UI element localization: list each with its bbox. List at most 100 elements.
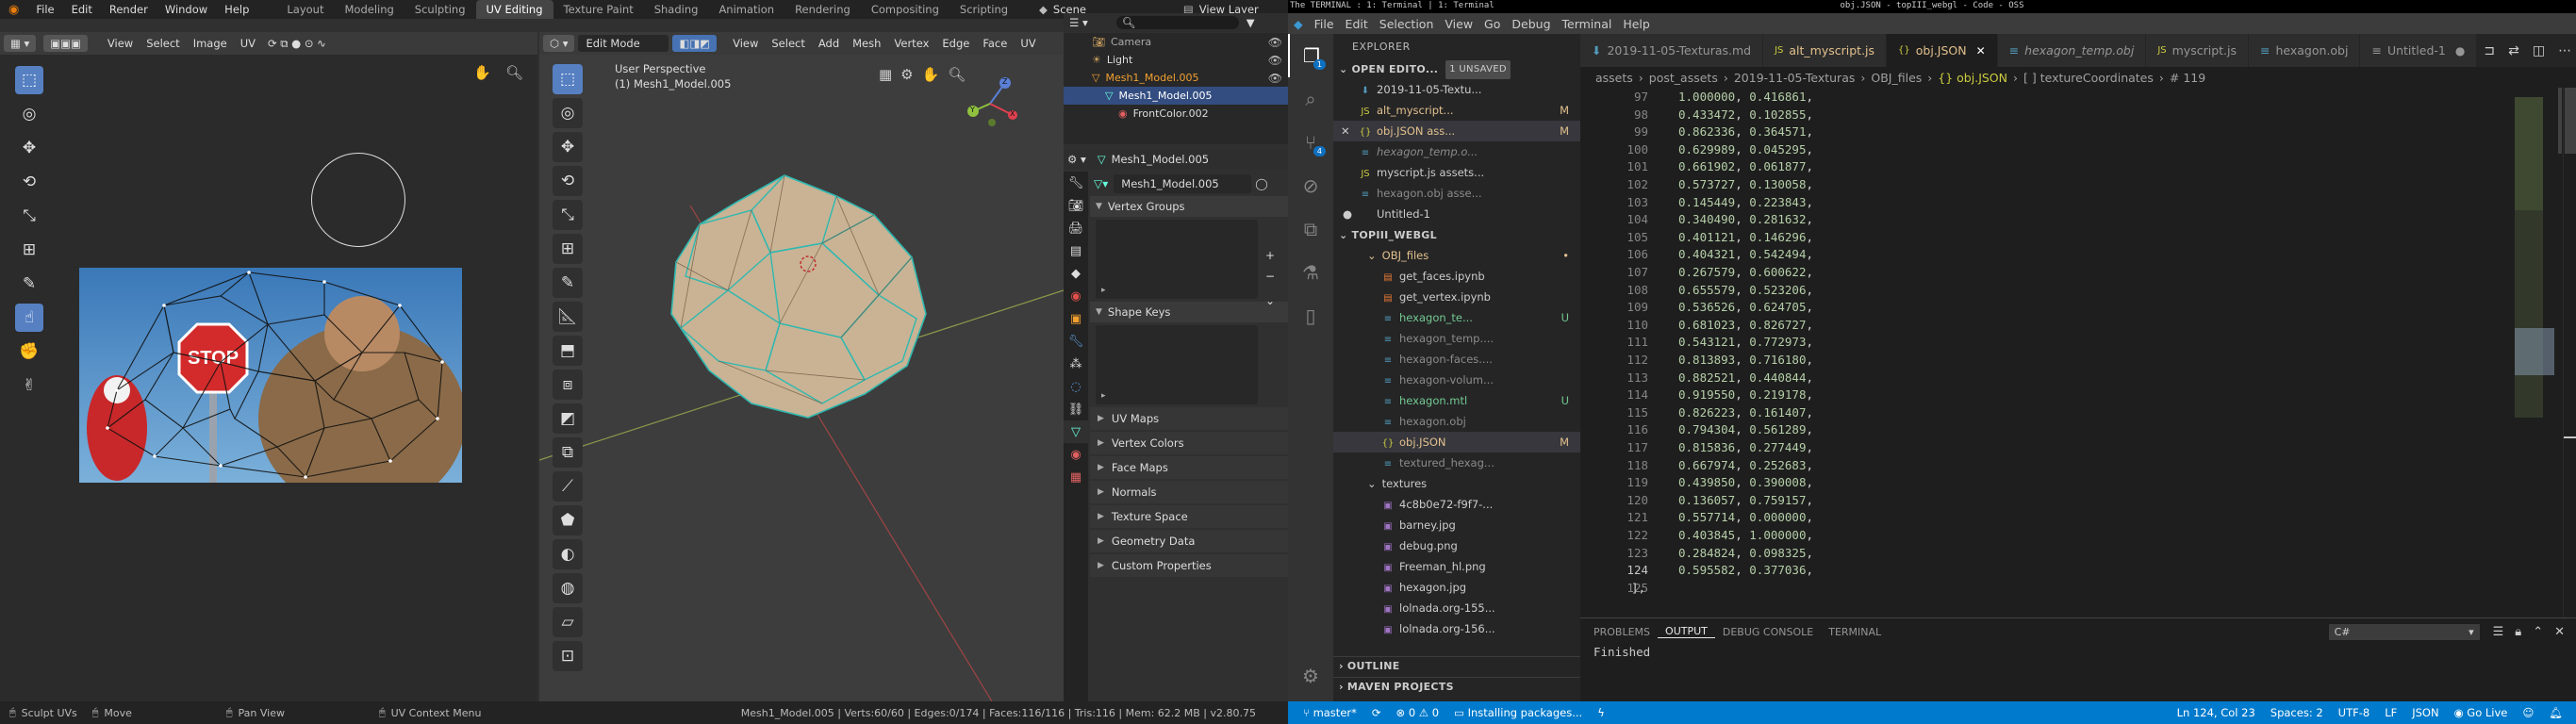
status-language[interactable]: JSON (2404, 706, 2446, 719)
panel-custom-properties[interactable]: ▶ Custom Properties (1090, 554, 1288, 577)
tree-item[interactable]: ≡ hexagon.obj (1333, 411, 1580, 432)
particles-tab-icon[interactable]: ⁂ (1064, 353, 1088, 375)
open-editor-item[interactable]: ⬇ 2019-11-05-Textu... (1333, 79, 1580, 100)
code-line[interactable]: ], (1631, 581, 1645, 595)
viewport-zoom-icon[interactable]: 🔍︎ (505, 64, 523, 81)
code-line[interactable]: 0.267579, 0.600622, (1678, 265, 1813, 279)
v3d-menu-select[interactable]: Select (765, 37, 811, 50)
constraints-tab-icon[interactable]: ⛓ (1064, 398, 1088, 420)
code-line[interactable]: 0.629989, 0.045295, (1678, 142, 1813, 156)
smooth-icon[interactable]: ◍ (553, 573, 583, 603)
vs-menu-terminal[interactable]: Terminal (1557, 17, 1618, 31)
vs-menu-edit[interactable]: Edit (1340, 17, 1374, 31)
outliner-row-mesh[interactable]: ▽ Mesh1_Model.005 👁︎ (1064, 69, 1288, 87)
fake-user-icon[interactable]: ◯ (1255, 177, 1267, 190)
properties-type-icon[interactable]: ⚙ ▾ (1067, 153, 1086, 166)
more-actions-icon[interactable]: ⋯ (2558, 43, 2571, 58)
tab-scripting[interactable]: Scripting (949, 0, 1018, 19)
outliner-row-camera[interactable]: 📷︎ Camera 👁︎ (1064, 33, 1288, 51)
close-icon[interactable]: ✕ (1341, 121, 1350, 141)
unsaved-dot-icon[interactable]: ● (2455, 44, 2465, 58)
uv-sync-icon[interactable]: ⟳ ⧉ ● ⊙ ∿ (268, 37, 326, 51)
extrude-icon[interactable]: ⬒ (553, 336, 583, 366)
edge-slide-icon[interactable]: ▱ (553, 607, 583, 637)
3d-viewport[interactable]: User Perspective (1) Mesh1_Model.005 ▦⚙✋… (539, 55, 1064, 701)
scale-icon[interactable]: ⤡ (15, 202, 43, 230)
code-line[interactable]: 1.000000, 0.416861, (1678, 90, 1813, 104)
view-toggle-icons[interactable]: ▦⚙✋🔍︎ (879, 66, 974, 83)
editor-scrollbar[interactable] (2563, 88, 2576, 617)
code-line[interactable]: 0.145449, 0.223843, (1678, 195, 1813, 209)
tree-item[interactable]: ▣ barney.jpg (1333, 515, 1580, 535)
code-line[interactable]: 0.595582, 0.377036, (1678, 563, 1813, 577)
tree-item[interactable]: ▣ lolnada.org-156... (1333, 618, 1580, 639)
tree-item[interactable]: ▣ Freeman_hl.png (1333, 556, 1580, 577)
lock-scroll-icon[interactable]: 🔒︎ (2515, 625, 2521, 639)
folder-obj-files[interactable]: ⌄ OBJ_files • (1333, 245, 1580, 266)
folder-textures[interactable]: ⌄ textures (1333, 473, 1580, 494)
tab-untitled[interactable]: ≡ Untitled-1 ● (2360, 34, 2478, 67)
spin-icon[interactable]: ◐ (553, 539, 583, 569)
v3d-rotate-icon[interactable]: ⟲ (553, 166, 583, 196)
minimap[interactable] (2515, 88, 2562, 617)
editor-type-3d-icon[interactable]: ⬡ ▾ (543, 35, 575, 52)
status-go-live[interactable]: ◉ Go Live (2447, 706, 2516, 719)
breadcrumb-obj-json[interactable]: {} obj.JSON (1938, 71, 2007, 85)
cursor-icon[interactable]: ◎ (15, 100, 43, 128)
tree-item[interactable]: ≡ hexagon_temp.... (1333, 328, 1580, 349)
code-line[interactable]: 0.403845, 1.000000, (1678, 528, 1813, 542)
status-position[interactable]: Ln 124, Col 23 (2170, 706, 2263, 719)
output-tab-icon[interactable]: 🖨︎ (1064, 217, 1088, 239)
menu-help[interactable]: Help (216, 3, 257, 16)
project-header[interactable]: ⌄ TOPIII_WEBGL (1333, 226, 1580, 245)
tab-shading[interactable]: Shading (644, 0, 709, 19)
loop-cut-icon[interactable]: ⧉ (553, 437, 583, 468)
panel-shape-keys[interactable]: ▼ Shape Keys (1090, 302, 1288, 322)
code-line[interactable]: 0.661902, 0.061877, (1678, 159, 1813, 173)
outline-section[interactable]: › OUTLINE (1333, 656, 1580, 675)
status-encoding[interactable]: UTF-8 (2331, 706, 2378, 719)
code-line[interactable]: 0.862336, 0.364571, (1678, 124, 1813, 139)
tree-item[interactable]: ▣ hexagon.jpg (1333, 577, 1580, 598)
code-line[interactable]: 0.340490, 0.281632, (1678, 212, 1813, 226)
breadcrumb-assets[interactable]: assets (1595, 71, 1633, 85)
open-editor-item[interactable]: JS myscript.js assets... (1333, 162, 1580, 183)
vs-menu-debug[interactable]: Debug (1506, 17, 1556, 31)
mesh-data-tab-icon[interactable]: ▽ (1064, 420, 1088, 443)
open-editor-item[interactable]: ● Untitled-1 (1333, 204, 1580, 224)
panel-vertex-groups[interactable]: ▼ Vertex Groups (1090, 196, 1288, 217)
testing-icon[interactable]: ⚗ (1288, 251, 1333, 294)
open-editor-item[interactable]: ✕ {} obj.JSON ass... M (1333, 121, 1580, 141)
uv-texture-image[interactable]: STOP (79, 268, 462, 483)
panel-texture-space[interactable]: ▶ Texture Space (1090, 505, 1288, 528)
v3d-menu-edge[interactable]: Edge (935, 37, 976, 50)
grab-icon[interactable]: ☝ (15, 304, 43, 332)
status-branch[interactable]: ⑂ master* (1296, 706, 1364, 719)
breadcrumb-texturas[interactable]: 2019-11-05-Texturas (1734, 71, 1856, 85)
tab-rendering[interactable]: Rendering (784, 0, 861, 19)
code-line[interactable]: 0.826223, 0.161407, (1678, 405, 1813, 420)
knife-icon[interactable]: ⟋ (553, 471, 583, 502)
code-line[interactable]: 0.882521, 0.440844, (1678, 370, 1813, 385)
explorer-icon[interactable]: ❐ 1 (1288, 34, 1333, 77)
v3d-menu-uv[interactable]: UV (1014, 37, 1042, 50)
viewport-nav-hand-icon[interactable]: ✋ (473, 64, 491, 81)
code-line[interactable]: 0.681023, 0.826727, (1678, 318, 1813, 332)
outliner-row-light[interactable]: ☀ Light 👁︎ (1064, 51, 1288, 69)
select-mode-icons[interactable]: ◧◨◩ (672, 35, 718, 52)
menu-edit[interactable]: Edit (63, 3, 101, 16)
bell-icon[interactable]: 🔔︎ (2541, 706, 2570, 719)
code-line[interactable]: 0.919550, 0.219178, (1678, 387, 1813, 402)
tool-tab-icon[interactable]: 🔧︎ (1064, 172, 1088, 194)
tab-sculpting[interactable]: Sculpting (405, 0, 476, 19)
v3d-menu-vertex[interactable]: Vertex (887, 37, 935, 50)
v3d-menu-view[interactable]: View (726, 37, 765, 50)
tree-item[interactable]: ≡ hexagon_te... U (1333, 307, 1580, 328)
open-editor-item[interactable]: ≡ hexagon_temp.o... (1333, 141, 1580, 162)
relax-icon[interactable]: ✊ (15, 337, 43, 366)
v3d-scale-icon[interactable]: ⤡ (553, 200, 583, 230)
menu-window[interactable]: Window (157, 3, 216, 16)
tree-item[interactable]: ≡ hexagon-volum... (1333, 370, 1580, 390)
mesh-browse-icon[interactable]: ▽▾ (1094, 177, 1108, 190)
tree-item[interactable]: ▤ get_vertex.ipynb (1333, 287, 1580, 307)
